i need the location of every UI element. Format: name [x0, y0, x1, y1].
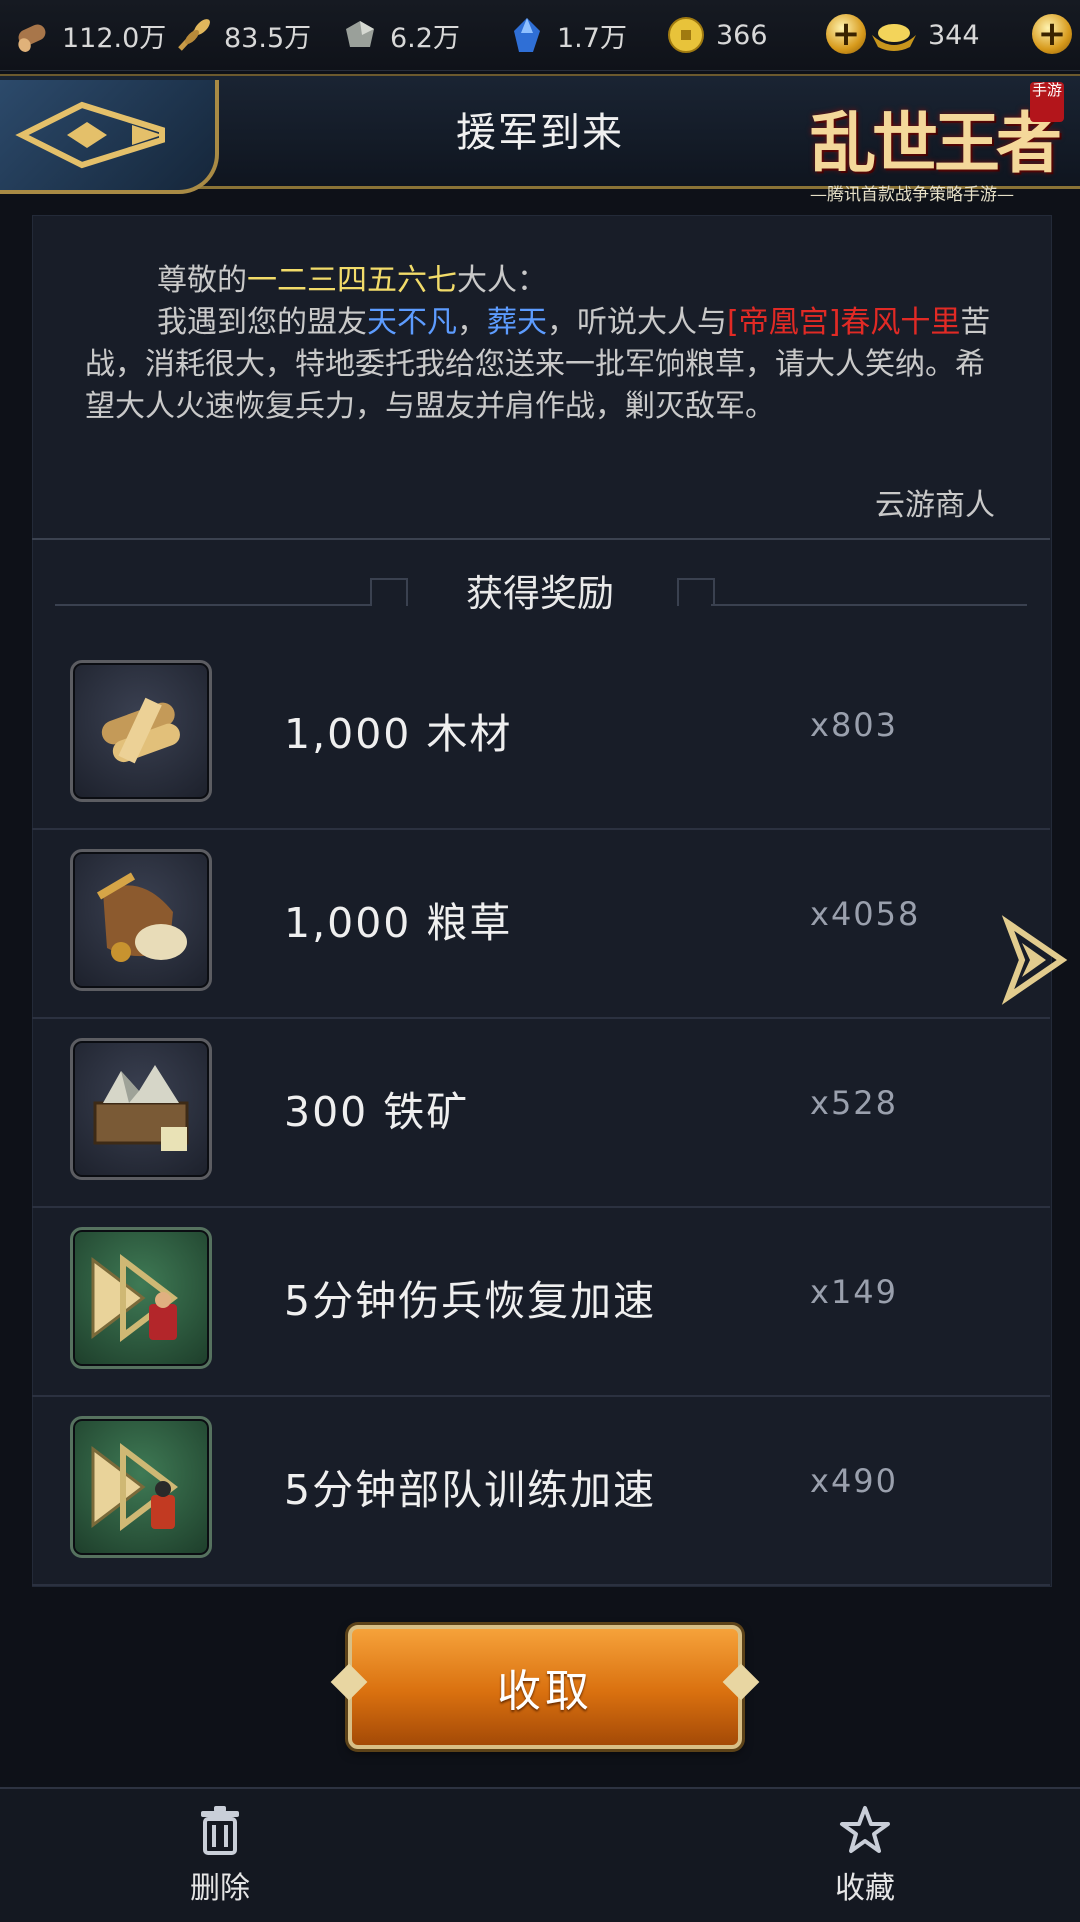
reward-count: x803 — [810, 706, 899, 744]
reward-name: 5分钟伤兵恢复加速 — [284, 1277, 657, 1325]
reward-count: x149 — [810, 1273, 899, 1311]
iron-crate-icon — [70, 1038, 212, 1180]
chevron-right-icon — [1001, 915, 1068, 1005]
resource-grain: 83.5万 — [172, 0, 311, 70]
divider — [32, 538, 1050, 540]
logo-text: 乱世王者 — [810, 104, 1062, 182]
player-name: 一二三四五六七 — [247, 263, 457, 298]
button-ornament-left — [330, 1663, 368, 1701]
button-ornament-right — [722, 1663, 760, 1701]
reward-count: x4058 — [810, 895, 921, 933]
favorite-label: 收藏 — [835, 1871, 895, 1906]
rewards-title: 获得奖励 — [466, 572, 614, 615]
reward-row: 1,000 粮草 x4058 — [32, 829, 1050, 1019]
reward-row: 300 铁矿 x528 — [32, 1018, 1050, 1208]
letter-body: 尊敬的一二三四五六七大人： 我遇到您的盟友天不凡，葬天，听说大人与[帝凰宫]春风… — [85, 260, 1010, 428]
logo-subtitle: —腾讯首款战争策略手游— — [810, 185, 1014, 205]
grain-icon — [172, 13, 216, 57]
delete-button[interactable]: 删除 — [150, 1805, 290, 1907]
resource-iron: 6.2万 — [338, 0, 460, 70]
reward-name: 5分钟部队训练加速 — [284, 1466, 657, 1514]
resource-wood: 112.0万 — [10, 0, 166, 70]
game-logo: 乱世王者 手游 —腾讯首款战争策略手游— — [770, 60, 1070, 205]
delete-label: 删除 — [190, 1871, 250, 1906]
trash-icon — [201, 1806, 239, 1855]
reward-count: x490 — [810, 1462, 899, 1500]
collect-label: 收取 — [497, 1666, 593, 1717]
train-speedup-icon — [70, 1416, 212, 1558]
favorite-button[interactable]: 收藏 — [795, 1805, 935, 1907]
resource-coin: 366 — [664, 0, 768, 70]
reward-row: 5分钟伤兵恢复加速 x149 — [32, 1207, 1050, 1397]
iron-amount: 6.2万 — [390, 22, 460, 54]
logo-tag: 手游 — [1030, 82, 1064, 122]
crystal-amount: 1.7万 — [557, 22, 627, 54]
iron-icon — [338, 13, 382, 57]
letter-content: 我遇到您的盟友天不凡，葬天，听说大人与[帝凰宫]春风十里苦战，消耗很大，特地委托… — [85, 305, 991, 424]
wood-bundle-icon — [70, 660, 212, 802]
resource-crystal: 1.7万 — [505, 0, 627, 70]
reward-row: 1,000 木材 x803 — [32, 640, 1050, 830]
wood-icon — [10, 13, 54, 57]
enemy-name: [帝凰宫]春风十里 — [727, 305, 961, 340]
coin-icon — [664, 13, 708, 57]
ally-name-2: 葬天 — [487, 305, 547, 340]
wood-amount: 112.0万 — [62, 22, 167, 54]
gold-amount: 344 — [928, 19, 980, 51]
reward-name: 1,000 粮草 — [284, 899, 513, 947]
reward-count: x528 — [810, 1084, 899, 1122]
grain-sack-icon — [70, 849, 212, 991]
coin-amount: 366 — [716, 19, 768, 51]
add-currency-button[interactable]: + — [826, 14, 866, 54]
heal-speedup-icon — [70, 1227, 212, 1369]
letter-signature: 云游商人 — [875, 488, 995, 523]
reward-name: 300 铁矿 — [284, 1088, 470, 1136]
next-mail-button[interactable] — [1000, 915, 1070, 1005]
ally-name-1: 天不凡 — [367, 305, 457, 340]
crystal-icon — [505, 13, 549, 57]
grain-amount: 83.5万 — [224, 22, 312, 54]
star-icon — [840, 1806, 890, 1853]
reward-row: 5分钟部队训练加速 x490 — [32, 1396, 1050, 1586]
reward-name: 1,000 木材 — [284, 710, 513, 758]
add-gold-button[interactable]: + — [1032, 14, 1072, 54]
collect-button[interactable]: 收取 — [330, 1625, 760, 1749]
gold-ingot-icon — [868, 13, 920, 57]
letter-greeting: 尊敬的一二三四五六七大人： — [157, 263, 547, 298]
